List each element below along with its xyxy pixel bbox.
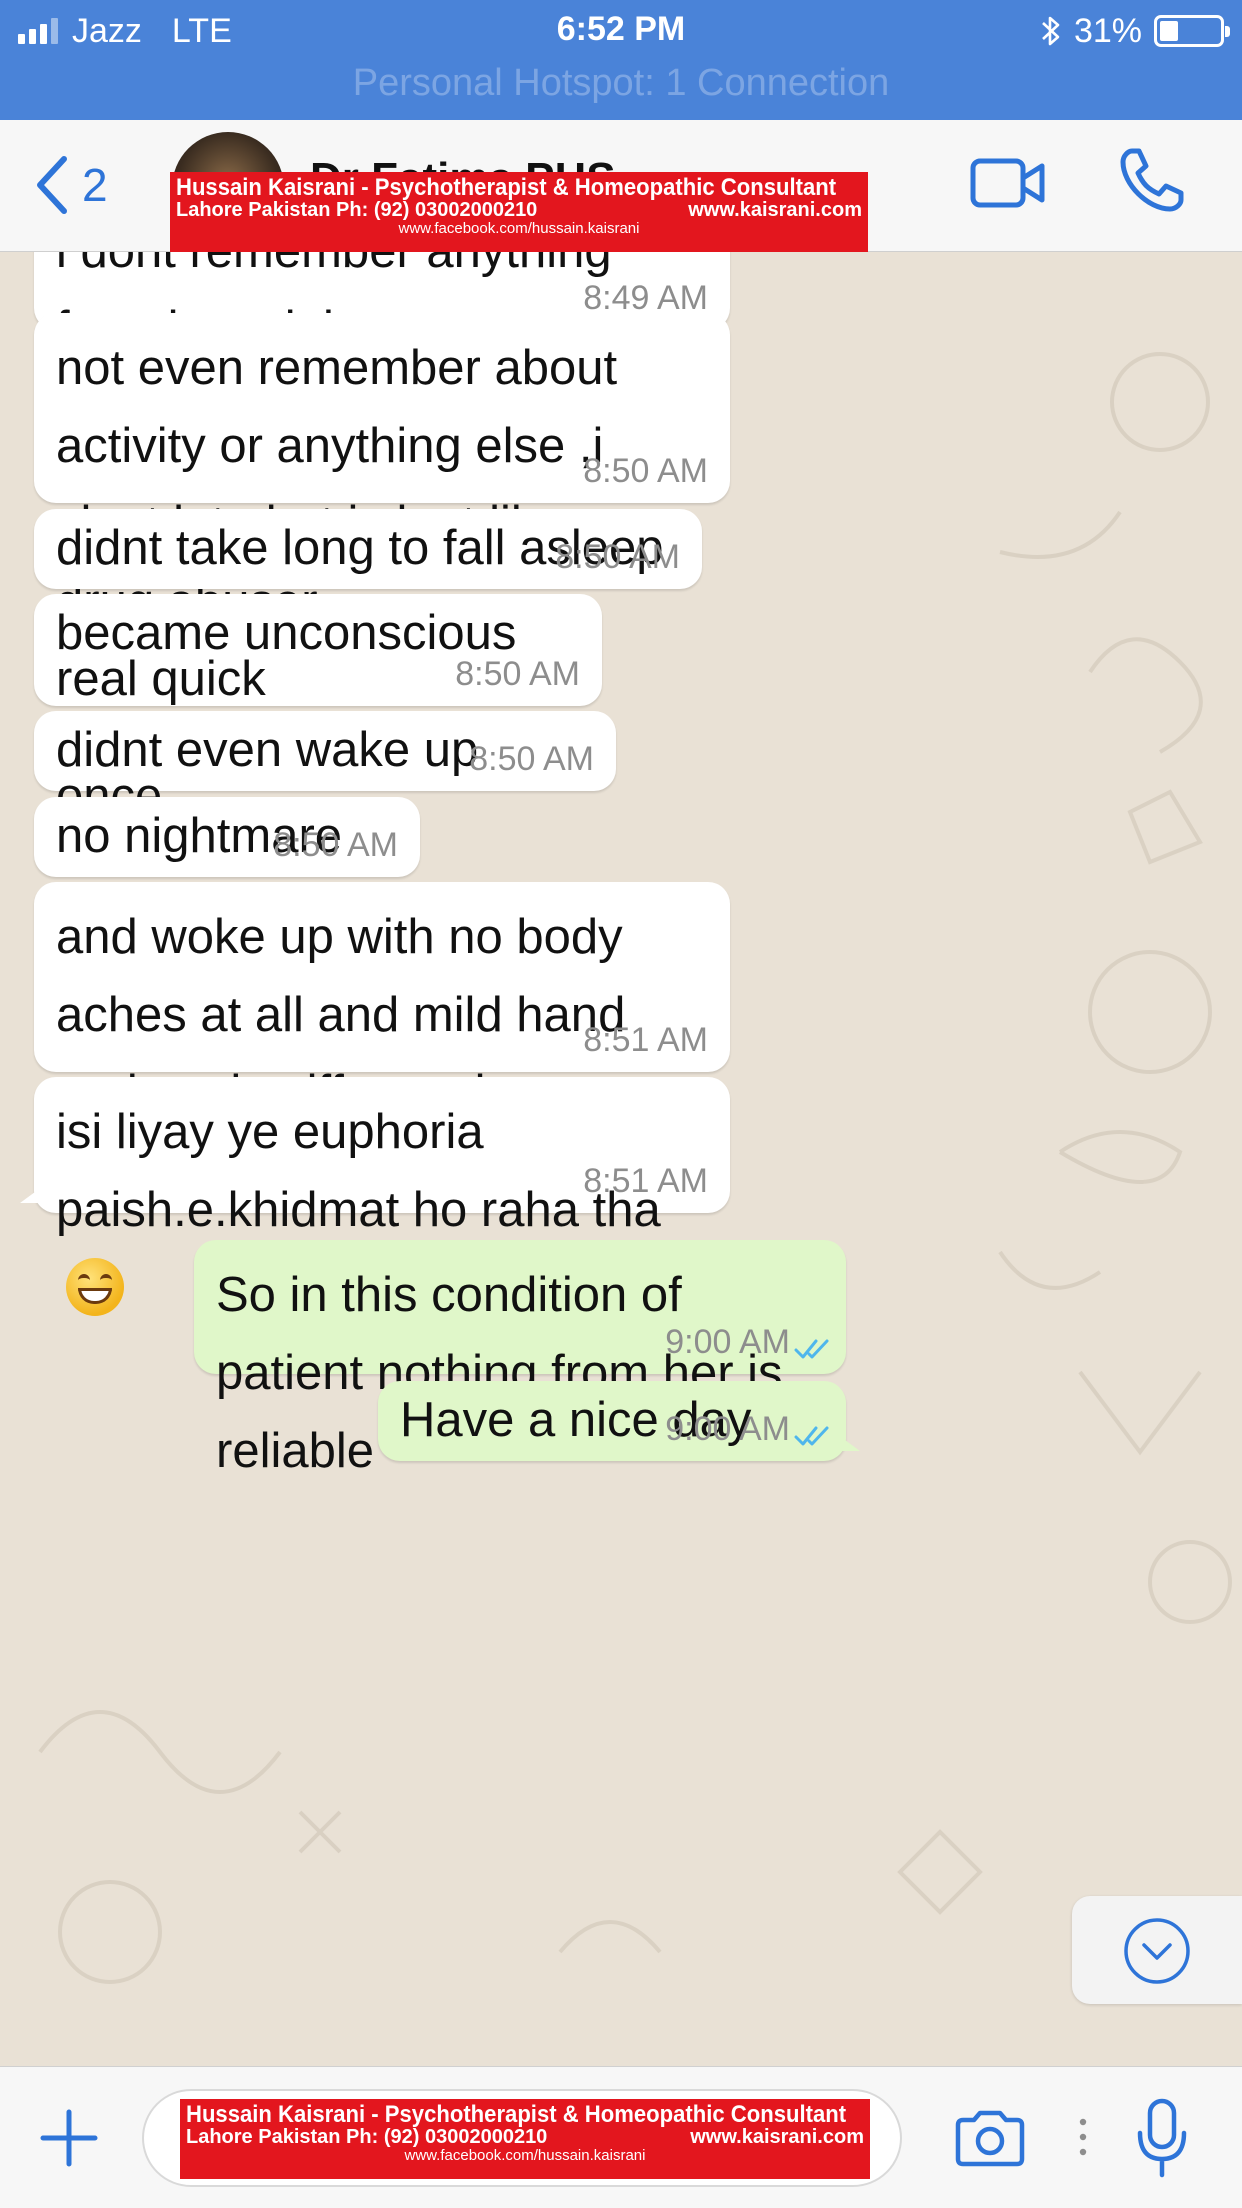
- watermark-website: www.kaisrani.com: [688, 199, 862, 222]
- bubble-tail: [830, 1429, 860, 1451]
- message-time: 8:50 AM: [469, 740, 594, 778]
- more-dots-icon[interactable]: [1078, 2117, 1088, 2157]
- microphone-icon[interactable]: [1134, 2097, 1190, 2181]
- message-time: 8:50 AM: [583, 452, 708, 490]
- message-bubble-incoming[interactable]: didnt even wake up once 8:50 AM: [34, 711, 616, 821]
- read-receipt-icon: [794, 1426, 829, 1446]
- read-receipt-icon: [794, 1339, 829, 1359]
- message-time: 8:50 AM: [455, 655, 580, 693]
- message-bubble-outgoing[interactable]: So in this condition of patient nothing …: [194, 1240, 846, 1478]
- message-input-bar: Hussain Kaisrani - Psychotherapist & Hom…: [0, 2066, 1242, 2208]
- watermark-facebook: www.facebook.com/hussain.kaisrani: [404, 2147, 646, 2165]
- message-time: 8:50 AM: [555, 538, 680, 576]
- message-bubble-incoming[interactable]: and woke up with no body aches at all an…: [34, 882, 730, 1198]
- watermark-banner: Hussain Kaisrani - Psychotherapist & Hom…: [180, 2099, 870, 2179]
- message-time: 8:50 AM: [273, 826, 398, 864]
- message-time: 9:00 AM: [665, 1323, 790, 1361]
- grinning-face-emoji-icon: [66, 1258, 124, 1317]
- message-time: 9:00 AM: [665, 1410, 790, 1448]
- message-bubble-incoming[interactable]: isi liyay ye euphoria paish.e.khidmat ho…: [20, 1077, 730, 1317]
- message-list[interactable]: i dont remember anything from last night…: [0, 252, 1242, 2066]
- watermark-title: Hussain Kaisrani - Psychotherapist & Hom…: [186, 2101, 847, 2128]
- scroll-to-bottom-button[interactable]: [1072, 1896, 1242, 2004]
- plus-icon[interactable]: [40, 2109, 98, 2167]
- unread-count: 2: [82, 159, 108, 211]
- message-bubble-incoming[interactable]: became unconscious real quick 8:50 AM: [34, 594, 602, 706]
- watermark-banner: Hussain Kaisrani - Psychotherapist & Hom…: [170, 172, 868, 252]
- watermark-phone: Lahore Pakistan Ph: (92) 03002000210: [176, 199, 538, 222]
- message-bubble-incoming[interactable]: no nightmare 8:50 AM: [34, 797, 420, 877]
- bluetooth-icon: [1042, 16, 1060, 46]
- message-bubble-outgoing[interactable]: Have a nice day 9:00 AM: [378, 1381, 860, 1461]
- chevron-down-circle-icon: [1124, 1918, 1190, 1984]
- hotspot-banner[interactable]: Personal Hotspot: 1 Connection: [0, 62, 1242, 105]
- battery-icon: [1154, 15, 1230, 47]
- watermark-phone: Lahore Pakistan Ph: (92) 03002000210: [186, 2126, 548, 2149]
- chat-header: 2 Dr Fatima PHS Hussain Kaisrani - Psych…: [0, 120, 1242, 252]
- message-input[interactable]: Hussain Kaisrani - Psychotherapist & Hom…: [142, 2089, 902, 2187]
- watermark-facebook: www.facebook.com/hussain.kaisrani: [398, 220, 640, 238]
- bubble-tail: [20, 1181, 50, 1203]
- battery-level: [1160, 21, 1178, 41]
- watermark-title: Hussain Kaisrani - Psychotherapist & Hom…: [176, 174, 837, 201]
- camera-icon[interactable]: [954, 2109, 1026, 2167]
- message-bubble-incoming[interactable]: not even remember about activity or anyt…: [34, 313, 730, 629]
- battery-percent: 31%: [1073, 11, 1142, 50]
- message-text: isi liyay ye euphoria paish.e.khidmat ho…: [56, 1105, 661, 1237]
- message-time: 8:51 AM: [583, 1021, 708, 1059]
- message-bubble-incoming[interactable]: didnt take long to fall asleep 8:50 AM: [34, 509, 702, 589]
- video-call-icon[interactable]: [970, 156, 1046, 210]
- status-bar: Jazz LTE 6:52 PM 31% Personal Hotspot: 1…: [0, 0, 1242, 120]
- watermark-website: www.kaisrani.com: [690, 2126, 864, 2149]
- back-button[interactable]: 2: [34, 150, 108, 220]
- phone-call-icon[interactable]: [1118, 146, 1186, 214]
- message-time: 8:51 AM: [583, 1162, 708, 1200]
- back-chevron-icon: [37, 156, 67, 214]
